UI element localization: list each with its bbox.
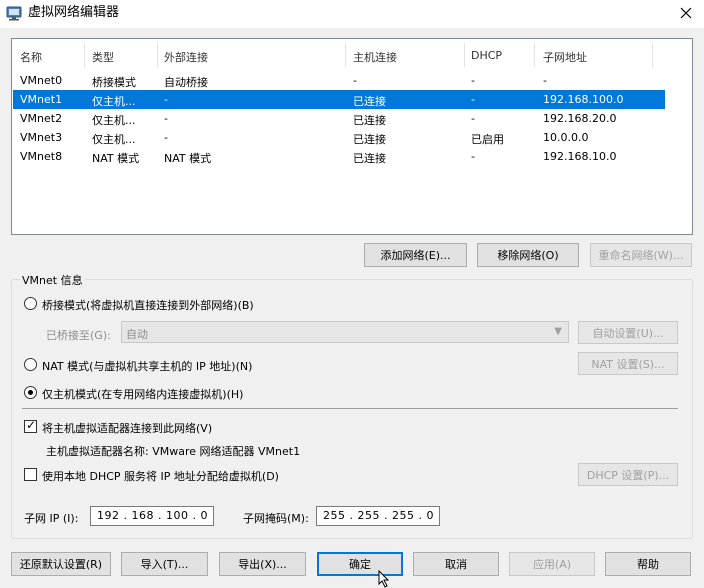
- dhcp-checkbox[interactable]: [24, 468, 37, 481]
- cell-name: VMnet8: [20, 150, 63, 163]
- cell-type: NAT 模式: [92, 152, 140, 165]
- table-row[interactable]: VMnet0 桥接模式 自动桥接 - - -: [13, 71, 665, 90]
- close-button[interactable]: [668, 0, 704, 26]
- cell-type: 仅主机...: [92, 95, 136, 108]
- auto-settings-button[interactable]: 自动设置(U)...: [578, 321, 678, 344]
- table-row[interactable]: VMnet2 仅主机... - 已连接 - 192.168.20.0: [13, 109, 665, 128]
- cell-subnet: 192.168.10.0: [543, 150, 617, 163]
- divider: [22, 408, 678, 409]
- remove-network-button[interactable]: 移除网络(O): [477, 243, 579, 267]
- cell-name: VMnet1: [20, 93, 63, 106]
- vmnet-info-group: [11, 279, 693, 539]
- column-header-dhcp[interactable]: DHCP: [471, 49, 502, 62]
- bridged-mode-label[interactable]: 桥接模式(将虚拟机直接连接到外部网络)(B): [42, 297, 254, 313]
- close-icon: [680, 7, 692, 19]
- nat-mode-label[interactable]: NAT 模式(与虚拟机共享主机的 IP 地址)(N): [42, 358, 252, 374]
- nat-mode-radio[interactable]: [24, 358, 37, 371]
- subnet-ip-input[interactable]: 192 . 168 . 100 . 0: [90, 506, 214, 526]
- column-header-type[interactable]: 类型: [92, 49, 114, 65]
- checkmark-icon: ✓: [26, 418, 37, 432]
- list-header: 名称 类型 外部连接 主机连接 DHCP 子网地址: [12, 39, 692, 71]
- dhcp-label[interactable]: 使用本地 DHCP 服务将 IP 地址分配给虚拟机(D): [42, 468, 279, 484]
- restore-defaults-button[interactable]: 还原默认设置(R): [11, 552, 111, 576]
- import-button[interactable]: 导入(T)...: [121, 552, 208, 576]
- cell-dhcp: -: [471, 112, 475, 125]
- vmware-network-icon: [6, 6, 22, 21]
- subnet-ip-label: 子网 IP (I):: [24, 512, 79, 525]
- subnet-mask-input[interactable]: 255 . 255 . 255 . 0: [316, 506, 440, 526]
- cell-subnet: 192.168.20.0: [543, 112, 617, 125]
- connect-adapter-label[interactable]: 将主机虚拟适配器连接到此网络(V): [42, 420, 212, 436]
- vmnet-info-label: VMnet 信息: [20, 272, 85, 288]
- help-button[interactable]: 帮助: [605, 552, 691, 576]
- bridged-to-value: 自动: [126, 328, 148, 341]
- cell-subnet: 10.0.0.0: [543, 131, 589, 144]
- connect-adapter-checkbox[interactable]: ✓: [24, 418, 37, 433]
- cell-dhcp: -: [471, 150, 475, 163]
- export-button[interactable]: 导出(X)...: [219, 552, 306, 576]
- nat-settings-button[interactable]: NAT 设置(S)...: [578, 352, 678, 375]
- bridged-to-label: 已桥接至(G):: [46, 329, 111, 342]
- cell-dhcp: -: [471, 74, 475, 87]
- cell-dhcp: 已启用: [471, 133, 504, 146]
- cell-subnet: 192.168.100.0: [543, 93, 624, 106]
- column-header-external[interactable]: 外部连接: [164, 49, 208, 65]
- cell-dhcp: -: [471, 93, 475, 106]
- rename-network-button[interactable]: 重命名网络(W)...: [590, 243, 692, 267]
- cell-host: 已连接: [353, 133, 386, 146]
- title-bar: 虚拟网络编辑器: [0, 0, 704, 28]
- table-row[interactable]: VMnet3 仅主机... - 已连接 已启用 10.0.0.0: [13, 128, 665, 147]
- bridged-to-select[interactable]: 自动 ▼: [121, 321, 569, 343]
- cell-external: -: [164, 93, 168, 106]
- column-header-subnet[interactable]: 子网地址: [543, 49, 587, 65]
- table-row[interactable]: VMnet8 NAT 模式 NAT 模式 已连接 - 192.168.10.0: [13, 147, 665, 166]
- cell-host: 已连接: [353, 152, 386, 165]
- cell-type: 仅主机...: [92, 114, 136, 127]
- column-header-name[interactable]: 名称: [20, 49, 42, 65]
- add-network-button[interactable]: 添加网络(E)...: [364, 243, 467, 267]
- host-only-mode-label[interactable]: 仅主机模式(在专用网络内连接虚拟机)(H): [42, 386, 243, 402]
- chevron-down-icon: ▼: [554, 326, 562, 337]
- cell-external: 自动桥接: [164, 76, 208, 89]
- network-list[interactable]: 名称 类型 外部连接 主机连接 DHCP 子网地址 VMnet0 桥接模式 自动…: [11, 38, 693, 235]
- cell-type: 仅主机...: [92, 133, 136, 146]
- window-title: 虚拟网络编辑器: [28, 5, 120, 20]
- cell-host: 已连接: [353, 114, 386, 127]
- cell-external: -: [164, 131, 168, 144]
- cell-subnet: -: [543, 74, 547, 87]
- cell-host: 已连接: [353, 95, 386, 108]
- cell-name: VMnet0: [20, 74, 63, 87]
- cell-host: -: [353, 74, 357, 87]
- cell-name: VMnet2: [20, 112, 63, 125]
- cell-external: NAT 模式: [164, 152, 212, 165]
- host-only-mode-radio[interactable]: [24, 386, 37, 399]
- cell-type: 桥接模式: [92, 76, 136, 89]
- subnet-mask-label: 子网掩码(M):: [243, 512, 309, 525]
- adapter-name-text: 主机虚拟适配器名称: VMware 网络适配器 VMnet1: [46, 445, 301, 458]
- mouse-cursor-icon: [378, 570, 390, 588]
- dhcp-settings-button[interactable]: DHCP 设置(P)...: [578, 463, 678, 486]
- column-header-host[interactable]: 主机连接: [353, 49, 397, 65]
- cell-external: -: [164, 112, 168, 125]
- table-row-selected[interactable]: VMnet1 仅主机... - 已连接 - 192.168.100.0: [13, 90, 665, 109]
- bridged-mode-radio[interactable]: [24, 297, 37, 310]
- apply-button[interactable]: 应用(A): [509, 552, 595, 576]
- cancel-button[interactable]: 取消: [413, 552, 499, 576]
- cell-name: VMnet3: [20, 131, 63, 144]
